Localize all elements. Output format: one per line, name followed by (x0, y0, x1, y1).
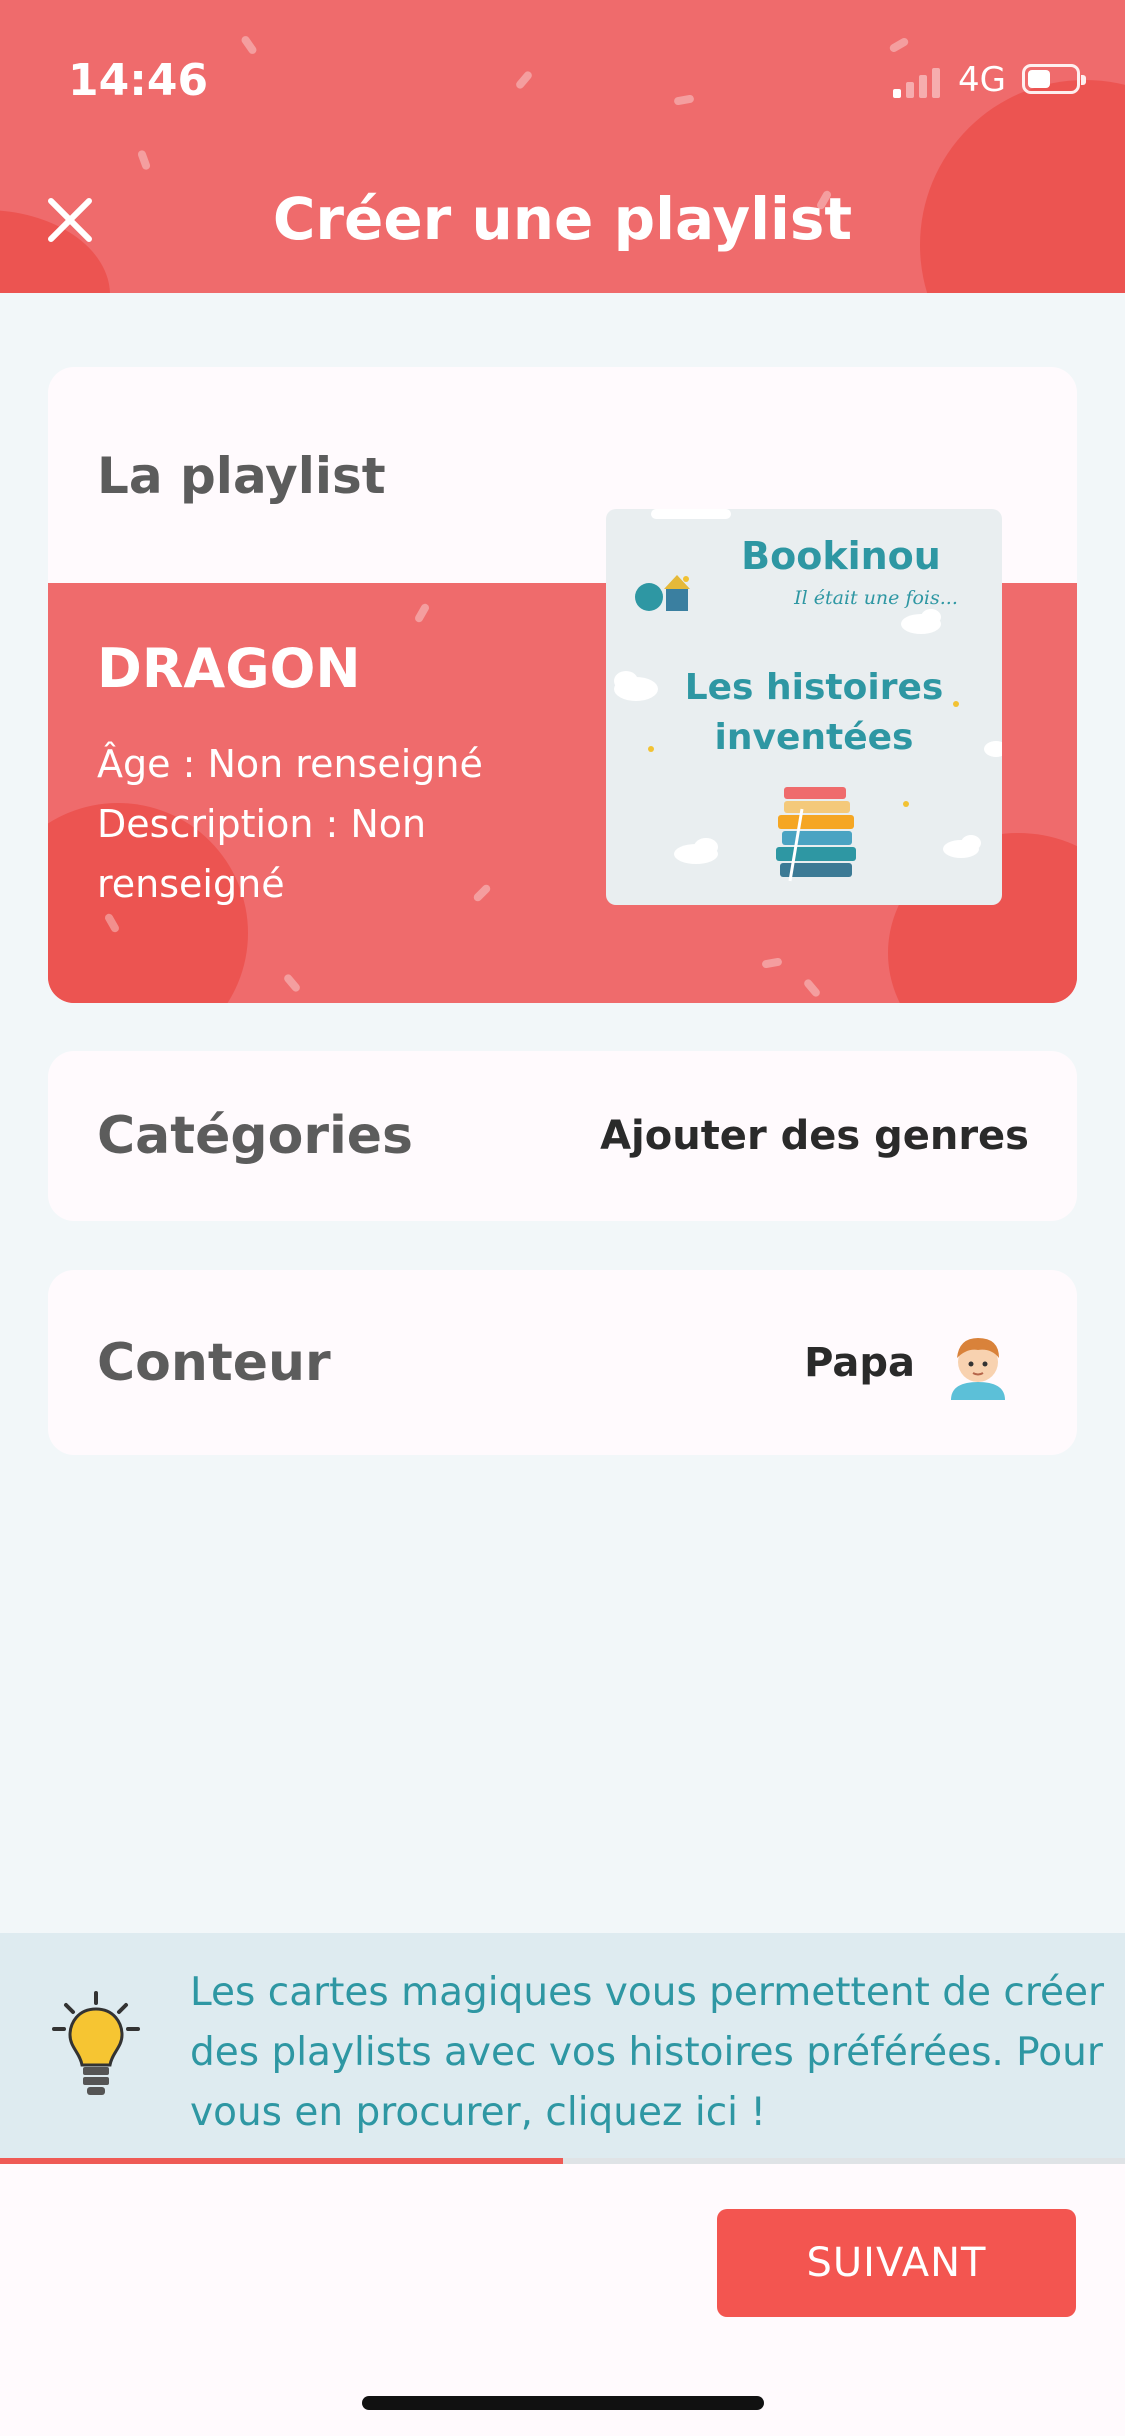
playlist-meta: Âge : Non renseigné Description : Non re… (97, 734, 567, 914)
playlist-cover-image[interactable]: Bookinou Il était une fois... Les histoi… (606, 509, 1002, 905)
header: 14:46 4G Créer une playlist (0, 0, 1125, 293)
page-title: Créer une playlist (272, 185, 853, 253)
add-genres-button[interactable]: Ajouter des genres (600, 1113, 1029, 1159)
storyteller-label: Conteur (97, 1332, 331, 1393)
cover-line1: Les histoires (685, 667, 944, 708)
cover-brand: Bookinou (741, 534, 941, 578)
footer: SUIVANT (0, 2164, 1125, 2436)
storyteller-avatar (951, 1338, 1005, 1400)
home-indicator[interactable] (362, 2396, 764, 2410)
next-button[interactable]: SUIVANT (717, 2209, 1076, 2317)
signal-icon (893, 64, 943, 98)
cover-line2: inventées (715, 717, 914, 758)
storyteller-row[interactable]: Conteur Papa (48, 1270, 1077, 1455)
playlist-section-title: La playlist (97, 447, 386, 505)
status-bar: 14:46 4G (0, 0, 1125, 160)
cover-tagline: Il était une fois... (793, 587, 958, 609)
magic-cards-tip[interactable]: Les cartes magiques vous permettent de c… (0, 1933, 1125, 2161)
lightbulb-icon (52, 1991, 140, 2095)
storyteller-value: Papa (804, 1339, 915, 1386)
categories-label: Catégories (97, 1106, 414, 1166)
categories-row[interactable]: Catégories Ajouter des genres (48, 1051, 1077, 1221)
playlist-description: Description : Non renseigné (97, 802, 427, 906)
network-type: 4G (958, 60, 1006, 100)
playlist-age: Âge : Non renseigné (97, 742, 483, 786)
tip-text[interactable]: Les cartes magiques vous permettent de c… (190, 1963, 1120, 2143)
playlist-card: La playlist DRAGON Âge : Non renseigné D… (48, 367, 1077, 1003)
status-time: 14:46 (68, 55, 209, 106)
playlist-name: DRAGON (97, 637, 361, 700)
battery-icon (1022, 64, 1086, 94)
